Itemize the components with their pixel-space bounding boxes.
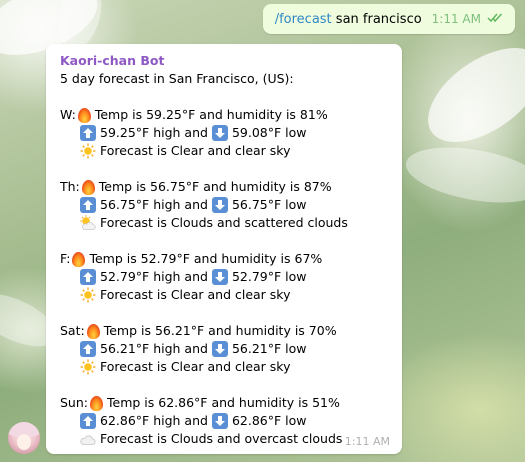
day-label: W: xyxy=(60,107,76,122)
high-text: 59.25°F high and xyxy=(100,125,208,140)
outgoing-time: 1:11 AM xyxy=(431,12,481,26)
fire-icon xyxy=(81,179,95,195)
low-text: 62.86°F low xyxy=(231,413,307,428)
sun-cloud-icon xyxy=(80,215,96,231)
fire-icon xyxy=(72,251,86,267)
forecast-day: F: Temp is 52.79°F and humidity is 67% 5… xyxy=(60,250,390,304)
command-link[interactable]: /forecast xyxy=(275,12,332,27)
arrow-up-icon xyxy=(80,269,96,285)
incoming-message[interactable]: Kaori-chan Bot 5 day forecast in San Fra… xyxy=(46,44,402,454)
sun-icon xyxy=(80,287,96,303)
day-label: Sat: xyxy=(60,323,85,338)
forecast-day: Th: Temp is 56.75°F and humidity is 87% … xyxy=(60,178,390,232)
day-label: Sun: xyxy=(60,395,88,410)
forecast-text: Forecast is Clouds and overcast clouds xyxy=(100,431,343,446)
forecast-text: Forecast is Clear and clear sky xyxy=(100,143,291,158)
cloud-icon xyxy=(80,432,96,446)
forecast-header: 5 day forecast in San Francisco, (US): xyxy=(60,71,294,86)
forecast-text: Forecast is Clouds and scattered clouds xyxy=(100,215,348,230)
forecast-text: Forecast is Clear and clear sky xyxy=(100,287,291,302)
temp-line: Temp is 62.86°F and humidity is 51% xyxy=(107,395,340,410)
background-petal xyxy=(401,138,525,212)
arrow-up-icon xyxy=(80,413,96,429)
temp-line: Temp is 56.75°F and humidity is 87% xyxy=(98,179,332,194)
read-check-icon xyxy=(487,12,503,26)
outgoing-message-text: /forecast san francisco xyxy=(275,12,422,27)
arrow-up-icon xyxy=(80,341,96,357)
forecast-day: Sat: Temp is 56.21°F and humidity is 70%… xyxy=(60,322,390,376)
low-text: 52.79°F low xyxy=(231,269,307,284)
forecast-day: W: Temp is 59.25°F and humidity is 81% 5… xyxy=(60,106,390,160)
day-label: Th: xyxy=(60,179,80,194)
temp-line: Temp is 59.25°F and humidity is 81% xyxy=(94,107,328,122)
low-text: 59.08°F low xyxy=(231,125,307,140)
low-text: 56.75°F low xyxy=(231,197,307,212)
high-text: 56.75°F high and xyxy=(100,197,208,212)
day-label: F: xyxy=(60,251,71,266)
high-text: 62.86°F high and xyxy=(100,413,208,428)
high-text: 56.21°F high and xyxy=(100,341,208,356)
forecast-day: Sun: Temp is 62.86°F and humidity is 51%… xyxy=(60,394,390,448)
temp-line: Temp is 56.21°F and humidity is 70% xyxy=(103,323,337,338)
fire-icon xyxy=(77,107,91,123)
arrow-down-icon xyxy=(211,197,228,213)
outgoing-message-meta: 1:11 AM xyxy=(432,12,503,26)
sender-name[interactable]: Kaori-chan Bot xyxy=(60,52,390,70)
arrow-down-icon xyxy=(211,125,228,141)
arrow-down-icon xyxy=(211,413,228,429)
fire-icon xyxy=(90,395,103,411)
incoming-time: 1:11 AM xyxy=(344,435,390,448)
bot-avatar[interactable] xyxy=(8,422,40,454)
outgoing-message[interactable]: /forecast san francisco 1:11 AM xyxy=(262,4,515,34)
arrow-up-icon xyxy=(80,125,96,141)
temp-line: Temp is 52.79°F and humidity is 67% xyxy=(89,251,323,266)
sun-icon xyxy=(80,143,96,159)
forecast-text: Forecast is Clear and clear sky xyxy=(100,359,291,374)
fire-icon xyxy=(86,323,100,339)
arrow-down-icon xyxy=(211,341,228,357)
background-petal xyxy=(411,29,525,161)
low-text: 56.21°F low xyxy=(231,341,307,356)
arrow-down-icon xyxy=(211,269,228,285)
sun-icon xyxy=(80,359,96,375)
high-text: 52.79°F high and xyxy=(100,269,208,284)
arrow-up-icon xyxy=(80,197,96,213)
command-argument: san francisco xyxy=(335,11,422,27)
